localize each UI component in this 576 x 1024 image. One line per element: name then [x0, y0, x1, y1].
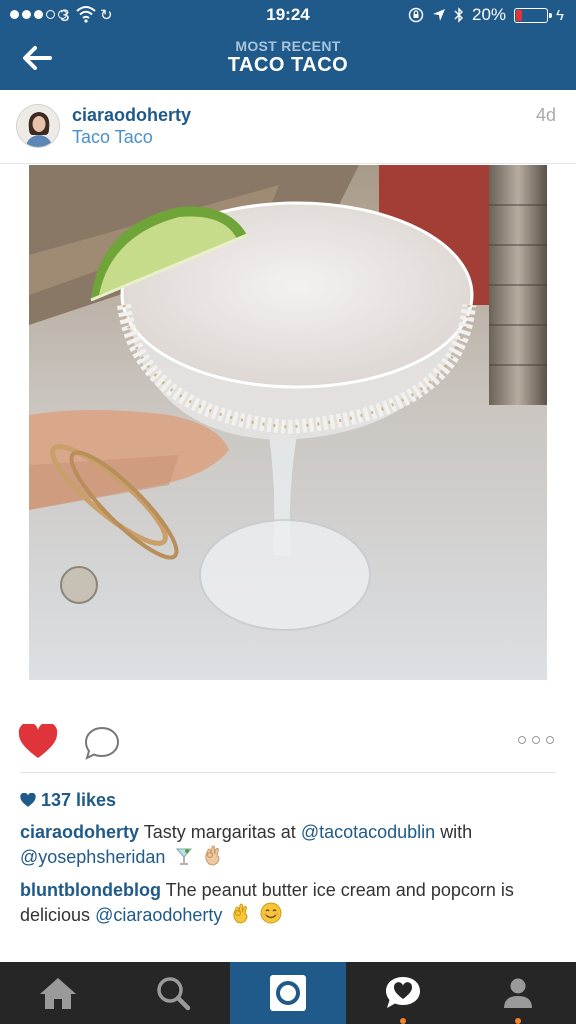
- ok-hand-emoji-icon: [205, 845, 220, 866]
- post-username[interactable]: ciaraodoherty: [72, 105, 191, 126]
- likes-heart-icon: [20, 793, 36, 807]
- top-bar: 3 ↻ 19:24 20% ϟ MOST RECENT TACO TACO: [0, 0, 576, 90]
- activity-heart-icon: [386, 977, 421, 1008]
- battery-icon: [514, 7, 553, 23]
- profile-notification-dot: [515, 1018, 522, 1024]
- location-arrow-icon: [433, 9, 446, 21]
- activity-notification-dot: [400, 1018, 407, 1024]
- post-actions: [0, 718, 576, 766]
- tab-search[interactable]: [115, 962, 230, 1024]
- rotation-lock-icon: [408, 7, 424, 23]
- caption-comment: ciaraodoherty Tasty margaritas at @tacot…: [20, 820, 560, 869]
- cocktail-emoji-icon: [176, 848, 193, 865]
- profile-icon: [504, 978, 533, 1008]
- tab-camera[interactable]: [230, 962, 346, 1024]
- comment-mention[interactable]: @ciaraodoherty: [95, 905, 222, 925]
- charging-icon: ϟ: [556, 6, 564, 24]
- camera-icon: [269, 975, 306, 1011]
- tab-home[interactable]: [0, 962, 115, 1024]
- comment-bubble-icon[interactable]: [84, 726, 120, 760]
- more-options-icon[interactable]: [518, 736, 554, 744]
- post-photo[interactable]: [29, 165, 547, 680]
- comment-mention[interactable]: @tacotacodublin: [301, 822, 435, 842]
- comment-username[interactable]: bluntblondeblog: [20, 880, 161, 900]
- post-timestamp: 4d: [535, 105, 556, 125]
- header-subtitle: MOST RECENT: [235, 38, 341, 54]
- actions-divider: [20, 772, 556, 773]
- bluetooth-icon: [454, 7, 464, 23]
- post-header: ciaraodoherty Taco Taco 4d: [0, 90, 576, 164]
- ok-hand-emoji-icon: [233, 903, 248, 924]
- battery-percent: 20%: [472, 5, 507, 24]
- like-heart-icon[interactable]: [18, 724, 58, 760]
- comment-text: with: [440, 822, 473, 842]
- navigation-bar: MOST RECENT TACO TACO: [0, 30, 576, 90]
- tab-bar: [0, 962, 576, 1024]
- avatar[interactable]: [16, 104, 60, 148]
- likes-label: 137 likes: [41, 790, 117, 810]
- home-icon: [39, 978, 76, 1009]
- tab-activity[interactable]: [346, 962, 461, 1024]
- likes-count[interactable]: 137 likes: [20, 790, 116, 811]
- status-bar: 3 ↻ 19:24 20% ϟ: [0, 0, 576, 30]
- page-title: TACO TACO: [227, 54, 349, 76]
- post-location[interactable]: Taco Taco: [72, 127, 153, 148]
- smiling-face-emoji-icon: [260, 902, 282, 924]
- comment: bluntblondeblog The peanut butter ice cr…: [20, 878, 560, 927]
- comment-mention[interactable]: @yosephsheridan: [20, 847, 165, 867]
- search-icon: [157, 977, 191, 1011]
- tab-profile[interactable]: [461, 962, 576, 1024]
- comment-text: Tasty margaritas at: [143, 822, 296, 842]
- comment-username[interactable]: ciaraodoherty: [20, 822, 139, 842]
